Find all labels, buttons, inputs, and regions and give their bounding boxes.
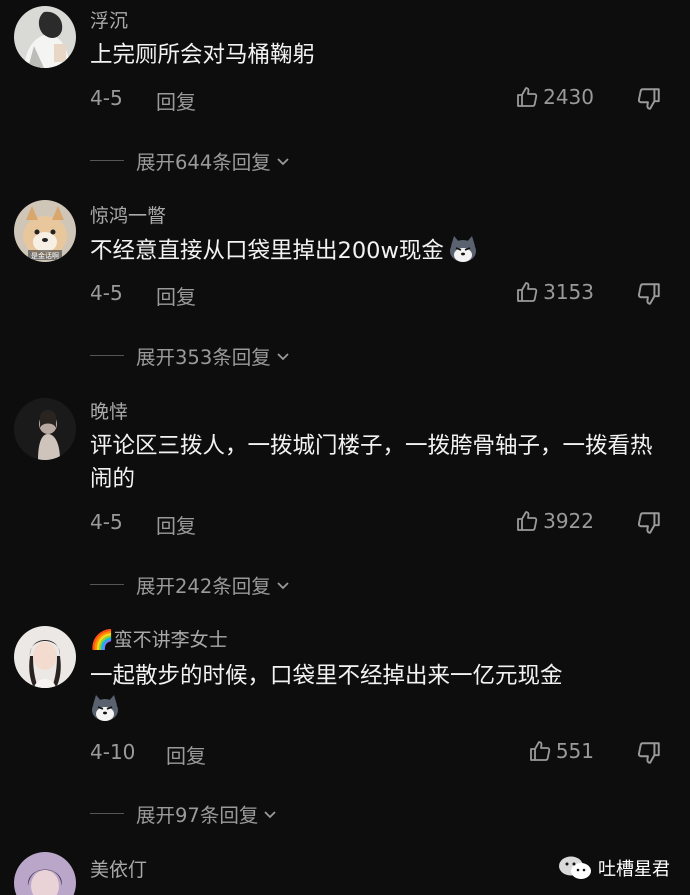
like-count: 2430 <box>543 85 594 109</box>
comment-text: 上完厕所会对马桶鞠躬 <box>90 42 316 68</box>
expand-label: 展开644条回复 <box>136 151 271 174</box>
avatar[interactable] <box>14 398 76 460</box>
avatar[interactable]: 是金话啊 <box>14 200 76 262</box>
comment-text: 评论区三拨人，一拨城门楼子，一拨胯骨轴子，一拨看热闹的 <box>90 433 653 492</box>
username[interactable]: 晚悻 <box>90 400 128 424</box>
watermark-text: 吐槽星君 <box>598 859 670 880</box>
reply-button[interactable]: 回复 <box>156 281 196 310</box>
comment-text: 一起散步的时候，口袋里不经掉出来一亿元现金 <box>90 660 660 727</box>
divider <box>90 813 124 814</box>
expand-replies[interactable]: 展开353条回复 <box>90 341 291 370</box>
comment-date: 4-5 <box>90 281 123 305</box>
thumbs-down-icon[interactable] <box>636 281 662 307</box>
husky-emoji-icon <box>92 695 118 721</box>
divider <box>90 584 124 585</box>
username[interactable]: 🌈蛮不讲李女士 <box>90 628 228 652</box>
like-count: 551 <box>555 739 594 763</box>
thumbs-down-icon[interactable] <box>636 86 662 112</box>
reply-button[interactable]: 回复 <box>156 86 196 115</box>
comment-text-body: 一起散步的时候，口袋里不经掉出来一亿元现金 <box>90 663 563 689</box>
reply-button[interactable]: 回复 <box>156 510 196 539</box>
thumbs-up-icon <box>517 282 538 302</box>
chevron-down-icon <box>277 352 289 360</box>
thumbs-up-icon <box>517 511 538 531</box>
comment-text-body: 不经意直接从口袋里掉出200w现金 <box>90 238 444 264</box>
comment-date: 4-5 <box>90 510 123 534</box>
divider <box>90 160 124 161</box>
divider <box>90 355 124 356</box>
like-button[interactable]: 3153 <box>515 280 594 304</box>
username[interactable]: 浮沉 <box>90 9 128 33</box>
chevron-down-icon <box>277 581 289 589</box>
comment-text: 不经意直接从口袋里掉出200w现金 <box>90 234 660 268</box>
chevron-down-icon <box>264 810 276 818</box>
expand-replies[interactable]: 展开644条回复 <box>90 146 291 175</box>
svg-text:是金话啊: 是金话啊 <box>31 251 59 260</box>
thumbs-down-icon[interactable] <box>636 740 662 766</box>
comment-date: 4-10 <box>90 740 136 764</box>
avatar[interactable] <box>14 626 76 688</box>
like-button[interactable]: 2430 <box>515 85 594 109</box>
husky-emoji-icon <box>449 236 476 262</box>
wechat-icon <box>559 856 591 879</box>
comment-date: 4-5 <box>90 86 123 110</box>
avatar[interactable] <box>14 6 76 68</box>
expand-label: 展开97条回复 <box>136 804 259 827</box>
like-button[interactable]: 3922 <box>515 509 594 533</box>
thumbs-up-icon <box>529 741 551 761</box>
expand-label: 展开242条回复 <box>136 575 271 598</box>
avatar[interactable] <box>14 852 76 895</box>
comment-list: 浮沉 上完厕所会对马桶鞠躬 4-5 回复 2430 展开644条回复 是金话啊 … <box>0 0 690 895</box>
reply-button[interactable]: 回复 <box>166 740 206 769</box>
thumbs-down-icon[interactable] <box>636 510 662 536</box>
like-count: 3922 <box>543 509 594 533</box>
like-count: 3153 <box>543 280 594 304</box>
username[interactable]: 美依仃 <box>90 858 147 882</box>
expand-replies[interactable]: 展开97条回复 <box>90 799 278 828</box>
thumbs-up-icon <box>517 87 538 107</box>
like-button[interactable]: 551 <box>528 739 594 763</box>
chevron-down-icon <box>277 157 289 165</box>
username[interactable]: 惊鸿一瞥 <box>90 204 166 228</box>
expand-replies[interactable]: 展开242条回复 <box>90 570 291 599</box>
watermark: 吐槽星君 <box>558 855 670 881</box>
expand-label: 展开353条回复 <box>136 346 271 369</box>
